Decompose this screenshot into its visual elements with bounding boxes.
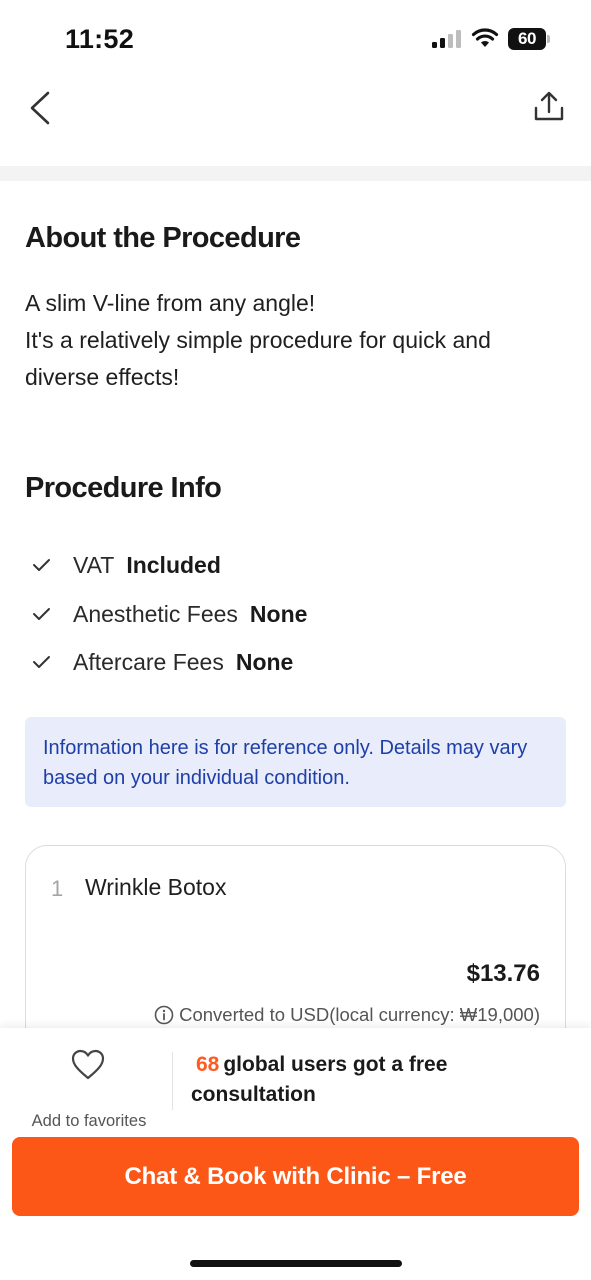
back-button[interactable] xyxy=(22,84,66,132)
info-row-anesthetic-fees: Anesthetic Fees None xyxy=(25,598,307,630)
status-time: 11:52 xyxy=(65,24,135,54)
currency-conversion-note: Converted to USD(local currency: ₩19,000… xyxy=(154,1004,540,1026)
consultation-text: global users got a free consultation xyxy=(191,1053,448,1106)
procedure-info-title: Procedure Info xyxy=(25,472,222,504)
info-value: None xyxy=(235,648,294,675)
info-row-vat: VAT Included xyxy=(25,549,221,581)
option-name: Wrinkle Botox xyxy=(85,874,227,900)
about-procedure-text: A slim V-line from any angle! It's a rel… xyxy=(25,290,491,390)
chevron-left-icon xyxy=(30,91,50,125)
option-index: 1 xyxy=(51,876,64,901)
wifi-icon xyxy=(471,28,499,47)
share-icon xyxy=(534,91,564,121)
status-bar: 11:52 60 xyxy=(0,0,591,80)
chat-book-button[interactable]: Chat & Book with Clinic – Free xyxy=(12,1137,579,1216)
info-label: VAT xyxy=(73,551,115,578)
option-price: $13.76 xyxy=(466,960,540,987)
info-row-aftercare-fees: Aftercare Fees None xyxy=(25,646,293,678)
section-divider xyxy=(0,166,591,181)
vertical-divider xyxy=(172,1052,173,1110)
home-indicator xyxy=(190,1260,402,1267)
bottom-action-bar: Add to favorites 68 global users got a fr… xyxy=(0,1028,591,1280)
add-to-favorites-button[interactable]: Add to favorites xyxy=(18,1046,160,1136)
procedure-detail-screen: 11:52 60 About the Procedure A slim V-li… xyxy=(0,0,591,1280)
info-label: Aftercare Fees xyxy=(73,648,224,675)
battery-cap xyxy=(547,35,550,43)
share-button[interactable] xyxy=(526,84,572,132)
cellular-signal-icon xyxy=(432,30,461,48)
about-procedure-title: About the Procedure xyxy=(25,222,301,254)
battery-icon: 60 xyxy=(508,28,546,50)
consultation-count: 68 xyxy=(196,1053,220,1076)
favorites-label: Add to favorites xyxy=(31,1112,147,1130)
conversion-note-text: Converted to USD(local currency: ₩19,000… xyxy=(179,1004,540,1025)
check-icon xyxy=(33,656,50,668)
info-value: None xyxy=(249,600,308,627)
info-value: Included xyxy=(126,551,221,578)
info-circle-icon xyxy=(154,1005,174,1025)
info-label: Anesthetic Fees xyxy=(73,600,238,627)
consultation-count-text: 68 global users got a free consultation xyxy=(191,1050,491,1110)
heart-icon xyxy=(71,1049,105,1080)
check-icon xyxy=(33,608,50,620)
check-icon xyxy=(33,559,50,571)
reference-notice: Information here is for reference only. … xyxy=(25,717,566,807)
